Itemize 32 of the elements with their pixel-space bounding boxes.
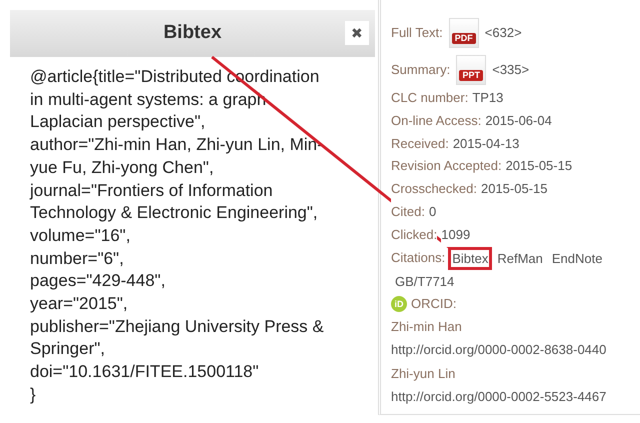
close-button[interactable]: ✖: [345, 21, 369, 45]
orcid-link[interactable]: http://orcid.org/0000-0002-8638-0440: [391, 339, 640, 362]
code-line: volume="16",: [30, 224, 132, 247]
code-line: journal="Frontiers of Information: [30, 180, 274, 202]
citation-link[interactable]: GB/T7714: [391, 270, 458, 293]
code-line: Technology & Electronic Engineering",: [30, 202, 319, 224]
citation-link[interactable]: Bibtex: [448, 246, 492, 270]
code-line: publisher="Zhejiang University Press &: [30, 316, 325, 338]
code-line: pages="429-448",: [30, 270, 166, 292]
code-line: yue Fu, Zhi-yong Chen",: [30, 156, 215, 179]
field-label: Full Text:: [391, 24, 443, 42]
code-line: Laplacian perspective",: [30, 111, 206, 134]
download-count: <335>: [492, 60, 530, 79]
code-line: Springer",: [30, 338, 106, 360]
code-line: doi="10.1631/FITEE.1500118": [30, 361, 260, 384]
pdf-file-icon[interactable]: PDF: [448, 18, 479, 48]
citation-link[interactable]: RefMan: [493, 246, 547, 270]
code-line: number="6",: [30, 248, 125, 270]
field-label: Cited:: [391, 200, 425, 224]
field-label: ORCID:: [411, 294, 456, 313]
ppt-file-icon[interactable]: PPT: [456, 55, 486, 85]
author-name: Zhi-yun Lin: [391, 364, 456, 383]
orcid-icon: iD: [391, 296, 407, 312]
citation-link[interactable]: EndNote: [548, 246, 606, 270]
orcid-link[interactable]: http://orcid.org/0000-0002-5523-4467: [391, 386, 640, 409]
code-line: author="Zhi-min Han, Zhi-yun Lin, Min-: [30, 134, 324, 156]
dialog-title: Bibtex: [163, 21, 222, 46]
field-label: Summary:: [391, 60, 450, 79]
author-name: Zhi-min Han: [391, 318, 463, 336]
code-line: year="2015",: [30, 293, 129, 316]
code-line: }: [30, 384, 37, 406]
download-count: <632>: [484, 24, 522, 42]
